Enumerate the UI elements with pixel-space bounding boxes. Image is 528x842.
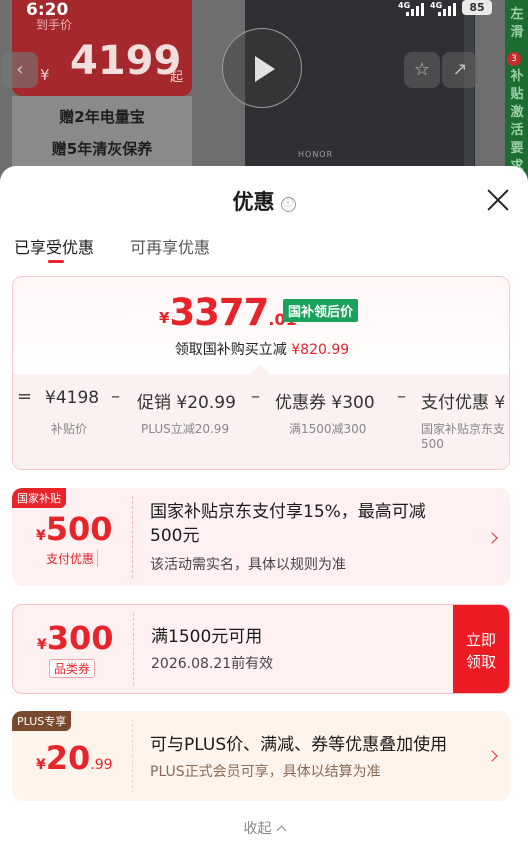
final-price-currency: ¥	[159, 309, 170, 327]
coupon-card-category: ¥300 品类券 满1500元可用 2026.08.21前有效 立即 领取	[12, 604, 510, 694]
coupon-title-line: 500元	[150, 526, 200, 546]
discount-sheet: 优惠 ⓘ 已享受优惠 可再享优惠 ¥3377.01 国补领后价 领取国补购买立减 …	[0, 166, 528, 842]
claim-button-label: 立即	[465, 631, 496, 649]
coupon-currency: ¥	[37, 637, 47, 653]
final-price: ¥3377.01	[159, 291, 297, 334]
price-summary-card: ¥3377.01 国补领后价 领取国补购买立减 ¥820.99 = ¥4198 …	[12, 276, 510, 470]
collapse-label: 收起	[243, 821, 272, 837]
saving-text: 领取国补购买立减	[174, 342, 287, 358]
product-price: 4199	[70, 38, 182, 84]
signal-icon	[436, 2, 458, 16]
claim-button-label: 领取	[465, 653, 496, 671]
formula-minus: –	[251, 386, 260, 407]
coupon-currency: ¥	[36, 528, 46, 544]
price-currency: ¥	[40, 66, 50, 84]
status-bar: 6:20 4G 4G 85	[0, 0, 528, 22]
coupon-expiry: 2026.08.21前有效	[151, 656, 274, 672]
formula-item-promotion: 促销 ¥20.99	[137, 393, 236, 413]
gift-item: 赠5年清灰保养	[51, 140, 153, 158]
coupon-title: 可与PLUS价、满减、券等优惠叠加使用	[150, 735, 448, 755]
formula-sub: PLUS立减20.99	[141, 422, 230, 436]
formula-equals: =	[17, 386, 33, 407]
saving-amount: ¥820.99	[291, 342, 350, 358]
side-promo-text: 补贴激活要求	[510, 69, 524, 174]
coupon-desc: 该活动需实名，具体以规则为准	[150, 557, 346, 573]
coupon-amount: ¥300	[37, 619, 114, 657]
formula-sub: 补贴价	[51, 422, 88, 436]
formula-minus: –	[111, 386, 120, 407]
coupon-decimal: .99	[90, 757, 113, 773]
price-formula: = ¥4198 补贴价 – 促销 ¥20.99 PLUS立减20.99 – 优惠…	[13, 374, 509, 469]
coupon-amount: ¥20.99	[36, 739, 113, 777]
coupon-amount-area: 国家补贴 ¥500 支付优惠	[12, 488, 132, 586]
subsidy-price-tag: 国补领后价	[283, 299, 359, 322]
gift-item: 赠2年电量宝	[59, 108, 145, 126]
coupon-value: 20	[45, 739, 91, 777]
coupon-amount: ¥500	[36, 510, 113, 548]
sheet-title: 优惠 ⓘ	[0, 186, 528, 216]
coupon-type: 品类券	[49, 659, 96, 678]
coupon-type: 支付优惠	[46, 550, 99, 567]
coupon-amount-area: PLUS专享 ¥20.99	[12, 711, 132, 801]
star-icon[interactable]: ☆	[404, 52, 440, 88]
national-subsidy-tag: 国家补贴	[12, 488, 66, 508]
coupon-amount-area: ¥300 品类券	[13, 605, 133, 693]
battery-icon: 85	[462, 0, 492, 15]
coupon-card-plus[interactable]: PLUS专享 ¥20.99 可与PLUS价、满减、券等优惠叠加使用 PLUS正式…	[12, 711, 510, 801]
final-price-integer: 3377	[169, 291, 269, 334]
info-icon[interactable]: ⓘ	[280, 197, 296, 212]
coupon-title-line: 国家补贴京东支付享15%，最高可减	[150, 502, 426, 522]
coupon-desc: PLUS正式会员可享，具体以结算为准	[150, 764, 381, 780]
formula-item-payment: 支付优惠 ¥	[421, 393, 506, 413]
active-tab-indicator	[48, 260, 64, 263]
tab-more-discounts[interactable]: 可再享优惠	[130, 234, 210, 258]
coupon-currency: ¥	[36, 757, 46, 773]
close-icon[interactable]	[484, 186, 512, 214]
coupon-divider	[132, 496, 133, 578]
coupon-value: 500	[45, 510, 113, 548]
claim-button[interactable]: 立即 领取	[453, 605, 509, 693]
signal-icon	[404, 2, 426, 16]
coupon-title: 国家补贴京东支付享15%，最高可减 500元	[150, 500, 426, 548]
coupon-divider	[132, 719, 133, 793]
coupon-divider	[133, 613, 134, 685]
formula-item-coupon: 优惠券 ¥300	[275, 393, 375, 413]
formula-item-subsidy-price: ¥4198	[45, 388, 100, 408]
coupon-title: 满1500元可用	[151, 627, 263, 647]
collapse-button[interactable]: 收起	[0, 818, 528, 838]
gift-list: 赠2年电量宝 赠5年清灰保养	[12, 96, 192, 176]
formula-sub: 满1500减300	[289, 422, 367, 436]
chevron-right-icon[interactable]	[486, 750, 498, 762]
coupon-value: 300	[46, 619, 114, 657]
play-icon[interactable]	[222, 28, 302, 108]
plus-exclusive-tag: PLUS专享	[12, 711, 72, 731]
formula-minus: –	[397, 386, 406, 407]
price-suffix: 起	[170, 70, 184, 85]
sheet-title-text: 优惠	[232, 190, 275, 214]
share-icon[interactable]: ↗	[442, 52, 478, 88]
side-promo-badge: 3	[507, 52, 521, 66]
saving-description: 领取国补购买立减 ¥820.99	[13, 339, 509, 359]
chevron-right-icon[interactable]	[486, 532, 498, 544]
formula-sub: 国家补贴京东支	[421, 422, 506, 436]
formula-sub: 500	[421, 437, 444, 451]
tab-enjoyed-discounts[interactable]: 已享受优惠	[14, 234, 94, 258]
chevron-left-icon[interactable]: ‹	[2, 52, 38, 88]
chevron-up-icon	[276, 825, 286, 836]
coupon-card-national-subsidy[interactable]: 国家补贴 ¥500 支付优惠 国家补贴京东支付享15%，最高可减 500元 该活…	[12, 488, 510, 586]
status-time: 6:20	[26, 0, 69, 20]
brand-logo: HONOR	[298, 150, 334, 159]
